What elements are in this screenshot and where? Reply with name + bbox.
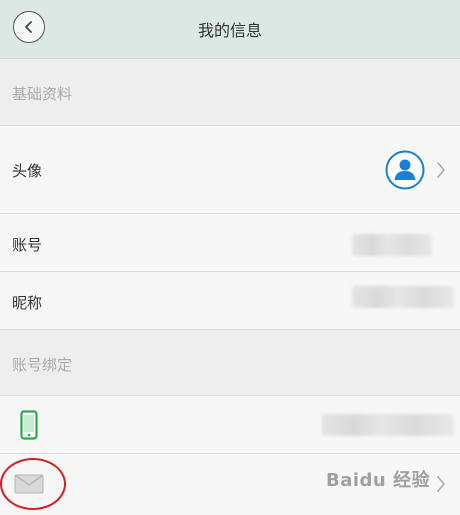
- avatar-row[interactable]: 头像: [0, 126, 460, 214]
- highlight-circle: [0, 458, 66, 510]
- phone-binding-row[interactable]: [0, 396, 460, 454]
- phone-icon: [20, 410, 38, 440]
- section-basic-info-label: 基础资料: [12, 85, 73, 103]
- header-bar: 我的信息: [0, 0, 460, 59]
- account-value-blurred: [352, 234, 432, 256]
- baidu-watermark: Baidu 经验: [325, 470, 430, 491]
- section-account-binding-label: 账号绑定: [12, 356, 73, 374]
- nickname-row[interactable]: 昵称: [0, 272, 460, 330]
- account-label: 账号: [12, 236, 43, 254]
- nickname-label: 昵称: [12, 294, 43, 312]
- section-basic-info: 基础资料: [0, 59, 460, 126]
- user-avatar-icon[interactable]: [385, 150, 425, 190]
- account-row[interactable]: 账号: [0, 214, 460, 272]
- phone-value-blurred: [322, 414, 454, 436]
- avatar-label: 头像: [12, 162, 43, 180]
- chevron-right-icon: [437, 162, 445, 178]
- section-account-binding: 账号绑定: [0, 330, 460, 396]
- chevron-right-icon: [437, 476, 445, 492]
- page-title: 我的信息: [197, 21, 262, 40]
- nickname-value-blurred: [352, 286, 454, 308]
